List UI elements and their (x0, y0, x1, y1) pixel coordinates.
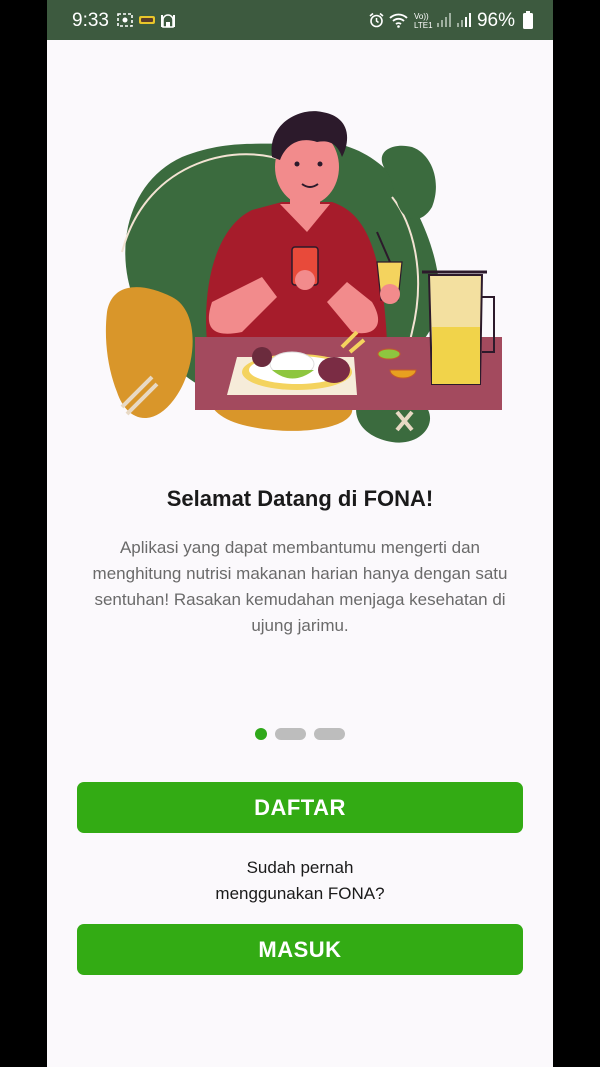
app-notification-icon (139, 16, 155, 24)
volte-label-bottom: LTE1 (414, 21, 433, 30)
fried-food (318, 357, 350, 383)
wifi-icon (389, 13, 408, 28)
battery-percent: 96% (476, 10, 515, 31)
jug-juice (432, 327, 480, 384)
orange-blob (105, 287, 193, 419)
screen-record-icon (117, 13, 133, 27)
signal-icon-2 (457, 13, 471, 27)
onboarding-title: Selamat Datang di FONA! (166, 486, 434, 511)
status-bar: 9:33 Vo)) LTE1 96% (47, 0, 553, 40)
login-prompt-line-2: menggunakan FONA? (215, 884, 385, 903)
login-prompt-line-1: Sudah pernah (246, 858, 354, 877)
side-dish (252, 347, 272, 367)
signal-icon (437, 13, 451, 27)
login-button[interactable]: MASUK (77, 924, 523, 975)
page-dot-2[interactable] (275, 727, 306, 740)
person-eye-left (294, 161, 300, 167)
page-indicator (47, 725, 553, 740)
onboarding-description: Aplikasi yang dapat membantumu mengerti … (92, 538, 508, 635)
volte-label-top: Vo)) (414, 12, 429, 21)
page-dot-3[interactable] (314, 727, 346, 740)
sauce-bowl-green (377, 348, 401, 360)
onboarding-illustration (105, 111, 502, 443)
status-time: 9:33 (72, 10, 109, 31)
battery-icon (523, 11, 533, 29)
login-prompt: Sudah pernah menggunakan FONA? (47, 855, 553, 907)
alarm-icon (369, 12, 384, 28)
register-button[interactable]: DAFTAR (77, 782, 523, 833)
volte-icon: Vo)) LTE1 (414, 12, 433, 30)
person-eye-right (317, 161, 323, 167)
app-screen: 9:33 Vo)) LTE1 96% Selamat Datang di FON… (47, 0, 553, 1067)
hand-left (295, 270, 315, 290)
hand-right (380, 284, 400, 304)
mosque-icon (161, 14, 175, 28)
page-dot-1[interactable] (254, 727, 267, 740)
